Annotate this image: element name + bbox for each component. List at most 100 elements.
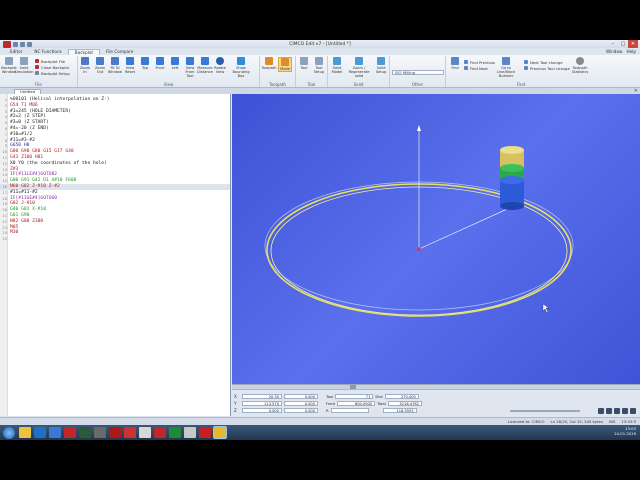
minimize-button[interactable]: – <box>608 40 618 48</box>
code-token: IF[#11GE#4]GOTO60 <box>10 195 58 201</box>
zoom-out-button[interactable]: Zoom Out <box>93 57 107 74</box>
code-editor[interactable]: 1 %O0101 (Helical interpolation on Z-) 2 G5… <box>0 94 231 416</box>
rapid-move-line <box>418 205 515 250</box>
close-button[interactable]: ✕ <box>628 40 638 48</box>
play-icon[interactable] <box>614 408 620 414</box>
tool-icon <box>300 57 308 65</box>
toolpath-button[interactable]: Toolpath <box>261 57 277 70</box>
backplot-setup-button[interactable]: Backplot Setup <box>35 70 70 76</box>
dro-tag: R <box>326 407 329 413</box>
mode-button[interactable]: Mode <box>278 57 292 72</box>
solid-simulation-icon <box>20 57 28 65</box>
solid-model-button[interactable]: Solid Model <box>330 57 344 74</box>
group-label-other: Other <box>411 82 424 87</box>
rotate-view-button[interactable]: Rotate View <box>213 57 227 74</box>
toolpath-icon <box>265 57 273 65</box>
previous-tool-change-button[interactable]: Previous Tool change <box>524 65 570 71</box>
find-next-icon <box>464 66 468 70</box>
stop-icon[interactable] <box>630 408 636 414</box>
dro-tag: Feed <box>326 400 336 406</box>
view-reset-button[interactable]: View Reset <box>123 57 137 74</box>
step-forward-icon[interactable] <box>622 408 628 414</box>
code-token: M30 <box>10 230 19 236</box>
notepad-icon[interactable] <box>184 427 196 438</box>
window-menu[interactable]: Window <box>606 49 623 54</box>
dro-tag: Dist <box>375 393 383 399</box>
origin-marker <box>417 247 421 251</box>
ribbon-group-other: ISO Milling Other <box>390 56 446 87</box>
playback-controls <box>598 408 636 414</box>
pdf-icon[interactable] <box>109 427 121 438</box>
front-view-button[interactable]: Front <box>153 57 167 70</box>
settings-icon[interactable] <box>94 427 106 438</box>
zoom-out-icon <box>96 57 104 65</box>
start-button[interactable] <box>3 426 15 439</box>
dro-value: 5216.4762 <box>387 400 422 406</box>
machine-type-select[interactable]: ISO Milling <box>392 70 444 75</box>
view-from-tool-button[interactable]: View From Tool <box>183 57 197 78</box>
view-reset-icon <box>126 57 134 65</box>
system-clock[interactable]: 13:03 24.01.2019 <box>614 426 636 436</box>
find-next-button[interactable]: Find Next <box>464 65 488 71</box>
fit-to-window-icon <box>111 57 119 65</box>
goto-line-button[interactable]: Go to Line/Block Number <box>494 57 518 78</box>
line-number: 25 <box>2 236 7 242</box>
code-token: Z#3 <box>10 166 19 172</box>
axis-label: Z <box>234 407 237 413</box>
maximize-button[interactable]: □ <box>618 40 628 48</box>
tool-setup-button[interactable]: Tool Setup <box>312 57 326 74</box>
front-view-icon <box>156 57 164 65</box>
find-button[interactable]: Find <box>448 57 462 70</box>
find-previous-icon <box>464 60 468 64</box>
code-token: G650 H0 <box>10 143 30 149</box>
solid-setup-icon <box>377 57 385 65</box>
excel-icon[interactable] <box>169 427 181 438</box>
left-view-button[interactable]: Left <box>168 57 182 70</box>
code-token: #4=-20 (Z END) <box>10 125 49 131</box>
step-back-icon[interactable] <box>606 408 612 414</box>
axis-label: Y <box>234 400 237 406</box>
acrobat-icon[interactable] <box>199 427 211 438</box>
delcam-icon[interactable] <box>154 427 166 438</box>
cimco-edit-icon[interactable] <box>213 426 227 439</box>
cad-icon[interactable] <box>124 427 136 438</box>
solid-setup-button[interactable]: Solid Setup <box>374 57 388 74</box>
top-view-button[interactable]: Top <box>138 57 152 70</box>
goto-line-icon <box>502 57 510 65</box>
code-token: G00 G91 G42 D1 X#10 F600 <box>10 178 77 184</box>
code-token: G01 G90 <box>10 212 30 218</box>
measure-distance-button[interactable]: Measure Distance <box>197 57 213 74</box>
bounding-box-icon <box>237 57 245 65</box>
show-bounding-box-button[interactable]: Show Bounding Box <box>230 57 252 78</box>
mouse-cursor-icon <box>542 303 550 314</box>
code-token: #1=245 (HOLE DIAMETER) <box>10 108 71 114</box>
file-explorer-icon[interactable] <box>19 427 31 438</box>
code-line[interactable]: 25 <box>0 236 230 242</box>
media-player-icon[interactable] <box>79 427 91 438</box>
windows-taskbar: 13:03 24.01.2019 <box>0 425 640 440</box>
solid-simulation-button[interactable]: Solid Simulation <box>14 57 34 74</box>
browser-icon[interactable] <box>49 427 61 438</box>
document-icon[interactable] <box>139 427 151 438</box>
backplot-viewport[interactable] <box>232 94 640 384</box>
dro-row-x: X 20.35 0.000 Tool T1 Dist 270.000 <box>234 393 419 399</box>
toolpath-statistics-button[interactable]: Toolpath Statistics <box>570 57 590 74</box>
dro-value: 0.000 <box>284 400 318 406</box>
simulation-speed-slider[interactable] <box>510 410 580 412</box>
code-token: #10=#1/2 <box>10 131 33 137</box>
ribbon-group-view: Zoom In Zoom Out Fit To Window View Rese… <box>78 56 260 87</box>
dro-value: T1 <box>335 393 374 399</box>
status-insert-mode: INS <box>608 419 616 424</box>
cimco-icon[interactable] <box>64 427 76 438</box>
rewind-icon[interactable] <box>598 408 604 414</box>
dro-value: 600.0000 <box>337 400 376 406</box>
code-lines: 1 %O0101 (Helical interpolation on Z-) 2 G5… <box>0 97 230 242</box>
outlook-icon[interactable] <box>34 427 46 438</box>
regenerate-solid-button[interactable]: Zoom / Regenerate solid <box>345 57 373 78</box>
tool-button[interactable]: Tool <box>297 57 311 70</box>
help-menu[interactable]: Help <box>626 49 636 54</box>
zoom-in-button[interactable]: Zoom In <box>78 57 92 74</box>
dro-row-y: Y 113.570 0.000 Feed 600.0000 Total 5216… <box>234 400 422 406</box>
fit-to-window-button[interactable]: Fit To Window <box>108 57 122 74</box>
group-label-file: File <box>35 82 42 87</box>
